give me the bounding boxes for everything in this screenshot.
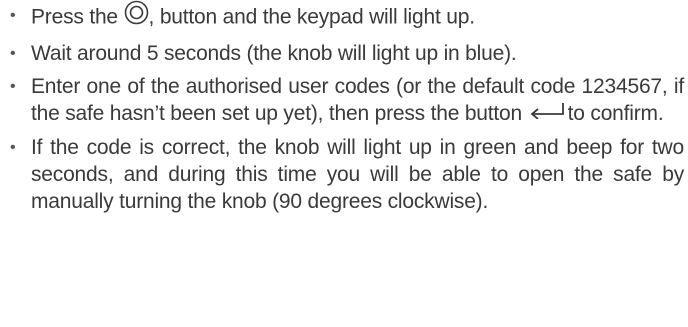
instruction-step-1: • Press the , button and the keypad will… [8,0,684,34]
power-ring-icon [124,0,149,32]
instruction-step-2: • Wait around 5 seconds (the knob will l… [8,40,684,67]
instruction-step-3: • Enter one of the authorised user codes… [8,73,684,128]
instruction-step-4: • If the code is correct, the knob will … [8,134,684,215]
step-text-after: , button and the keypad will light up. [148,5,475,29]
bullet-mark: • [10,7,16,24]
step-text: Wait around 5 seconds (the knob will lig… [31,42,517,65]
bullet-mark: • [10,78,16,95]
enter-arrow-icon [528,99,568,126]
step-text-before: Press the [31,5,124,29]
bullet-mark: • [10,138,16,156]
step-text-after: to confirm. [567,102,664,125]
instruction-list: • Press the , button and the keypad will… [8,0,684,215]
bullet-mark: • [10,45,16,62]
instruction-document: • Press the , button and the keypad will… [0,0,688,327]
step-text: If the code is correct, the knob will li… [31,135,684,213]
